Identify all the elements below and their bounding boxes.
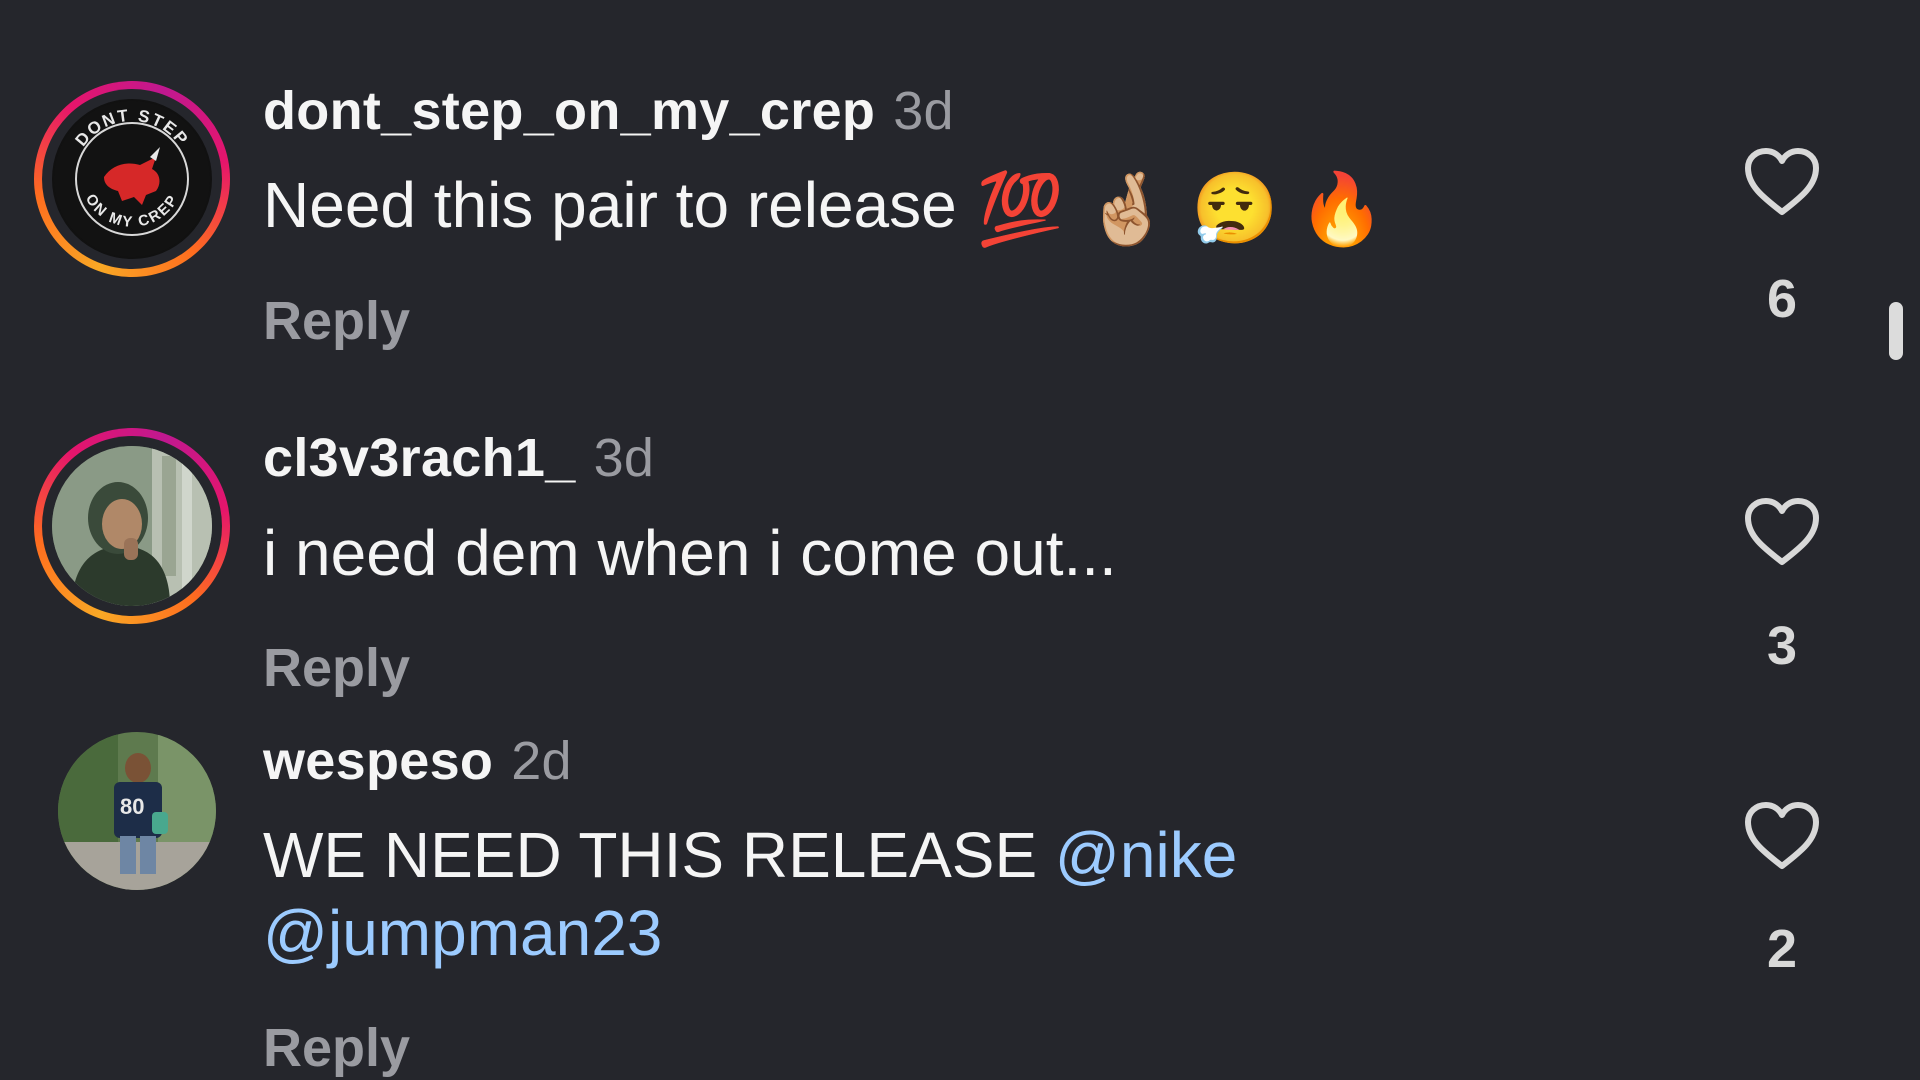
scrollbar-thumb[interactable] [1889,302,1903,360]
avatar[interactable]: 80 [58,732,216,890]
mention-link[interactable]: @jumpman23 [263,897,662,969]
reply-button[interactable]: Reply [263,1017,410,1079]
comment-text: i need dem when i come out... [263,517,1117,589]
comment-body: Need this pair to release [263,169,957,241]
avatar-story-ring[interactable]: DONT STEP ON MY CREP [34,81,230,277]
comment-timestamp: 3d [893,81,954,141]
heart-outline-icon [1745,498,1819,565]
like-button[interactable] [1742,146,1822,218]
exhaling-face-emoji-icon: 😮‍💨 [1191,170,1279,248]
profile-photo-icon: 80 [58,732,216,890]
comment-username[interactable]: dont_step_on_my_crep 3d [263,80,954,142]
comment-timestamp: 2d [511,731,572,791]
comment-body: WE NEED THIS RELEASE [263,819,1038,891]
username-text: cl3v3rach1_ [263,428,576,488]
like-count: 3 [1766,616,1798,676]
like-count: 6 [1766,269,1798,329]
fire-emoji-icon: 🔥 [1298,170,1386,248]
dont-step-logo-icon: DONT STEP ON MY CREP [54,101,210,257]
username-text: dont_step_on_my_crep [263,81,876,141]
profile-photo-icon [52,446,212,606]
avatar: DONT STEP ON MY CREP [52,99,212,259]
svg-text:80: 80 [120,794,144,819]
avatar [52,446,212,606]
username-text: wespeso [263,731,494,791]
comments-screen: DONT STEP ON MY CREP dont_step_on_my_cre… [0,0,1920,1080]
avatar-story-ring[interactable] [34,428,230,624]
comment-timestamp: 3d [593,428,655,488]
crossed-fingers-emoji-icon: 🤞🏼 [1083,170,1172,248]
like-button[interactable] [1742,496,1822,568]
heart-outline-icon [1745,148,1819,215]
comment-text: Need this pair to release 💯 🤞🏼 😮‍💨 🔥 [263,166,1385,248]
mention-link[interactable]: @nike [1055,819,1237,891]
comment-username[interactable]: cl3v3rach1_ 3d [263,427,654,489]
comment-text: WE NEED THIS RELEASE @nike @jumpman23 [263,816,1237,972]
like-count: 2 [1766,919,1798,979]
hundred-points-emoji-icon: 💯 [976,170,1064,248]
like-button[interactable] [1742,800,1822,872]
comment-username[interactable]: wespeso 2d [263,730,572,792]
reply-button[interactable]: Reply [263,290,410,352]
heart-outline-icon [1745,802,1819,869]
reply-button[interactable]: Reply [263,637,410,699]
